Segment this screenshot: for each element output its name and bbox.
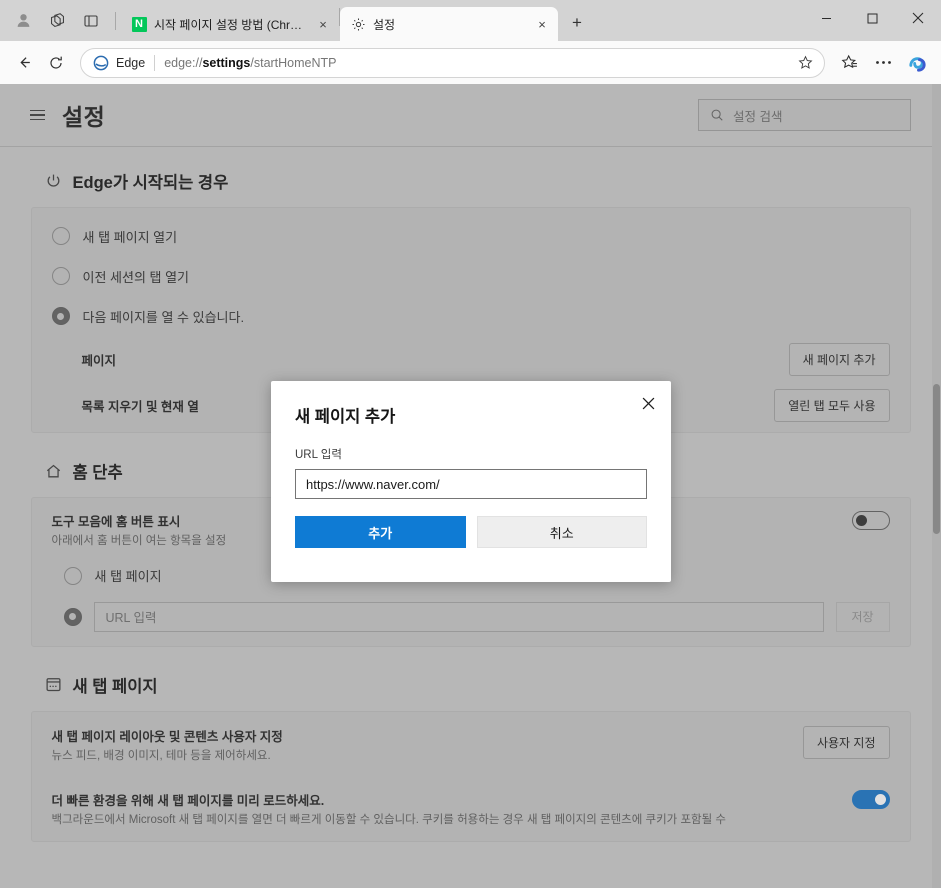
close-icon[interactable]: × xyxy=(533,15,551,33)
section-header-startup: Edge가 시작되는 경우 xyxy=(44,169,911,193)
radio-label: 다음 페이지를 열 수 있습니다. xyxy=(82,309,245,325)
edge-logo-icon xyxy=(93,55,109,71)
radio-label: 새 탭 페이지 xyxy=(94,569,162,585)
favorite-star-icon[interactable] xyxy=(792,50,818,76)
customize-layout-row: 새 탭 페이지 레이아웃 및 콘텐츠 사용자 지정 뉴스 피드, 배경 이미지,… xyxy=(32,712,910,779)
scrollbar-thumb[interactable] xyxy=(933,384,940,534)
maximize-button[interactable] xyxy=(849,0,895,36)
preload-new-tab-label: 더 빠른 환경을 위해 새 탭 페이지를 미리 로드하세요. xyxy=(51,794,325,809)
use-all-open-tabs-button[interactable]: 열린 탭 모두 사용 xyxy=(774,388,890,422)
radio-button[interactable] xyxy=(51,307,70,325)
tab-list: N 시작 페이지 설정 방법 (Chrome) ... × 설정 × + xyxy=(121,0,803,41)
gear-icon xyxy=(350,16,366,32)
home-icon xyxy=(44,462,63,481)
close-button[interactable] xyxy=(895,0,941,36)
more-options-icon[interactable] xyxy=(867,47,899,79)
close-icon[interactable] xyxy=(635,390,661,416)
radio-button[interactable] xyxy=(63,566,82,585)
clear-list-label: 목록 지우기 및 현재 열 xyxy=(81,399,199,414)
radio-open-specific-pages[interactable]: 다음 페이지를 열 수 있습니다. xyxy=(32,296,910,336)
dialog-title: 새 페이지 추가 xyxy=(295,408,396,426)
dialog-actions: 추가 취소 xyxy=(295,516,647,548)
section-title: Edge가 시작되는 경우 xyxy=(72,174,229,192)
power-icon xyxy=(44,172,63,191)
radio-open-previous-session[interactable]: 이전 세션의 탭 열기 xyxy=(32,256,910,296)
add-new-page-button[interactable]: 새 페이지 추가 xyxy=(788,342,890,376)
naver-favicon: N xyxy=(131,16,147,32)
radio-home-custom-url[interactable] xyxy=(63,607,82,626)
new-tab-button[interactable]: + xyxy=(562,8,592,38)
tab-strip: N 시작 페이지 설정 방법 (Chrome) ... × 설정 × + xyxy=(0,0,941,41)
home-url-placeholder: URL 입력 xyxy=(105,611,157,626)
copilot-icon[interactable] xyxy=(901,47,933,79)
toolbar-divider xyxy=(115,11,116,30)
search-icon xyxy=(710,108,724,122)
home-url-row: URL 입력 저장 xyxy=(32,596,910,646)
url-field-value: https://www.naver.com/ xyxy=(306,476,440,492)
page-title: 설정 xyxy=(62,104,106,130)
save-home-url-button[interactable]: 저장 xyxy=(835,601,890,632)
edge-label: Edge xyxy=(116,55,146,70)
search-placeholder: 설정 검색 xyxy=(733,109,783,124)
tab-actions-icon[interactable] xyxy=(42,6,72,36)
close-icon[interactable]: × xyxy=(314,15,332,33)
page-scrollbar[interactable] xyxy=(932,84,941,888)
url-text: edge://settings/startHomeNTP xyxy=(164,55,337,70)
add-button[interactable]: 추가 xyxy=(295,516,466,548)
tab-title: 시작 페이지 설정 방법 (Chrome) ... xyxy=(154,17,307,32)
url-field-label: URL 입력 xyxy=(295,449,342,461)
minimize-button[interactable] xyxy=(803,0,849,36)
hamburger-menu-icon[interactable] xyxy=(20,98,54,132)
customize-button[interactable]: 사용자 지정 xyxy=(802,725,890,759)
vertical-tabs-icon[interactable] xyxy=(76,6,106,36)
radio-button[interactable] xyxy=(51,227,70,245)
settings-header: 설정 설정 검색 xyxy=(0,84,941,146)
search-input[interactable]: 설정 검색 xyxy=(698,99,911,131)
pages-row: 페이지 새 페이지 추가 xyxy=(32,336,910,382)
radio-label: 이전 세션의 탭 열기 xyxy=(82,269,190,285)
url-field[interactable]: https://www.naver.com/ xyxy=(295,469,647,499)
pages-label: 페이지 xyxy=(81,353,117,368)
profile-avatar[interactable] xyxy=(8,6,38,36)
radio-label: 새 탭 페이지 열기 xyxy=(82,229,178,245)
refresh-button[interactable] xyxy=(40,47,72,79)
new-tab-page-card: 새 탭 페이지 레이아웃 및 콘텐츠 사용자 지정 뉴스 피드, 배경 이미지,… xyxy=(30,710,911,843)
browser-window: N 시작 페이지 설정 방법 (Chrome) ... × 설정 × + xyxy=(0,0,941,888)
omnibox-divider xyxy=(154,54,156,71)
add-new-page-dialog: 새 페이지 추가 URL 입력 https://www.naver.com/ 추… xyxy=(271,381,671,582)
browser-window-icon xyxy=(44,675,63,694)
section-title: 새 탭 페이지 xyxy=(72,677,158,696)
url-input[interactable]: Edge edge://settings/startHomeNTP xyxy=(80,47,825,78)
radio-button[interactable] xyxy=(51,267,70,285)
tab-settings[interactable]: 설정 × xyxy=(340,7,558,41)
preload-new-tab-row: 더 빠른 환경을 위해 새 탭 페이지를 미리 로드하세요. 백그라운드에서 M… xyxy=(32,778,910,841)
customize-layout-sub: 뉴스 피드, 배경 이미지, 테마 등을 제어하세요. xyxy=(51,749,271,762)
show-home-button-toggle[interactable] xyxy=(851,511,890,530)
tab-title: 설정 xyxy=(373,17,396,32)
cancel-button[interactable]: 취소 xyxy=(476,516,647,548)
tab-naver-guide[interactable]: N 시작 페이지 설정 방법 (Chrome) ... × xyxy=(121,7,339,41)
radio-open-new-tab[interactable]: 새 탭 페이지 열기 xyxy=(32,216,910,256)
customize-layout-label: 새 탭 페이지 레이아웃 및 콘텐츠 사용자 지정 xyxy=(51,729,283,744)
preload-new-tab-toggle[interactable] xyxy=(851,790,890,810)
toolbar-right xyxy=(833,47,933,79)
back-button[interactable] xyxy=(8,47,40,79)
section-title: 홈 단추 xyxy=(72,464,123,482)
address-bar: Edge edge://settings/startHomeNTP xyxy=(0,41,941,84)
window-controls xyxy=(803,0,941,41)
section-header-new-tab-page: 새 탭 페이지 xyxy=(44,673,911,697)
home-url-input[interactable]: URL 입력 xyxy=(93,601,824,632)
preload-new-tab-sub: 백그라운드에서 Microsoft 새 탭 페이지를 열면 더 빠르게 이동할 … xyxy=(51,814,726,827)
tabstrip-left-icons xyxy=(0,0,121,41)
collections-icon[interactable] xyxy=(833,47,865,79)
